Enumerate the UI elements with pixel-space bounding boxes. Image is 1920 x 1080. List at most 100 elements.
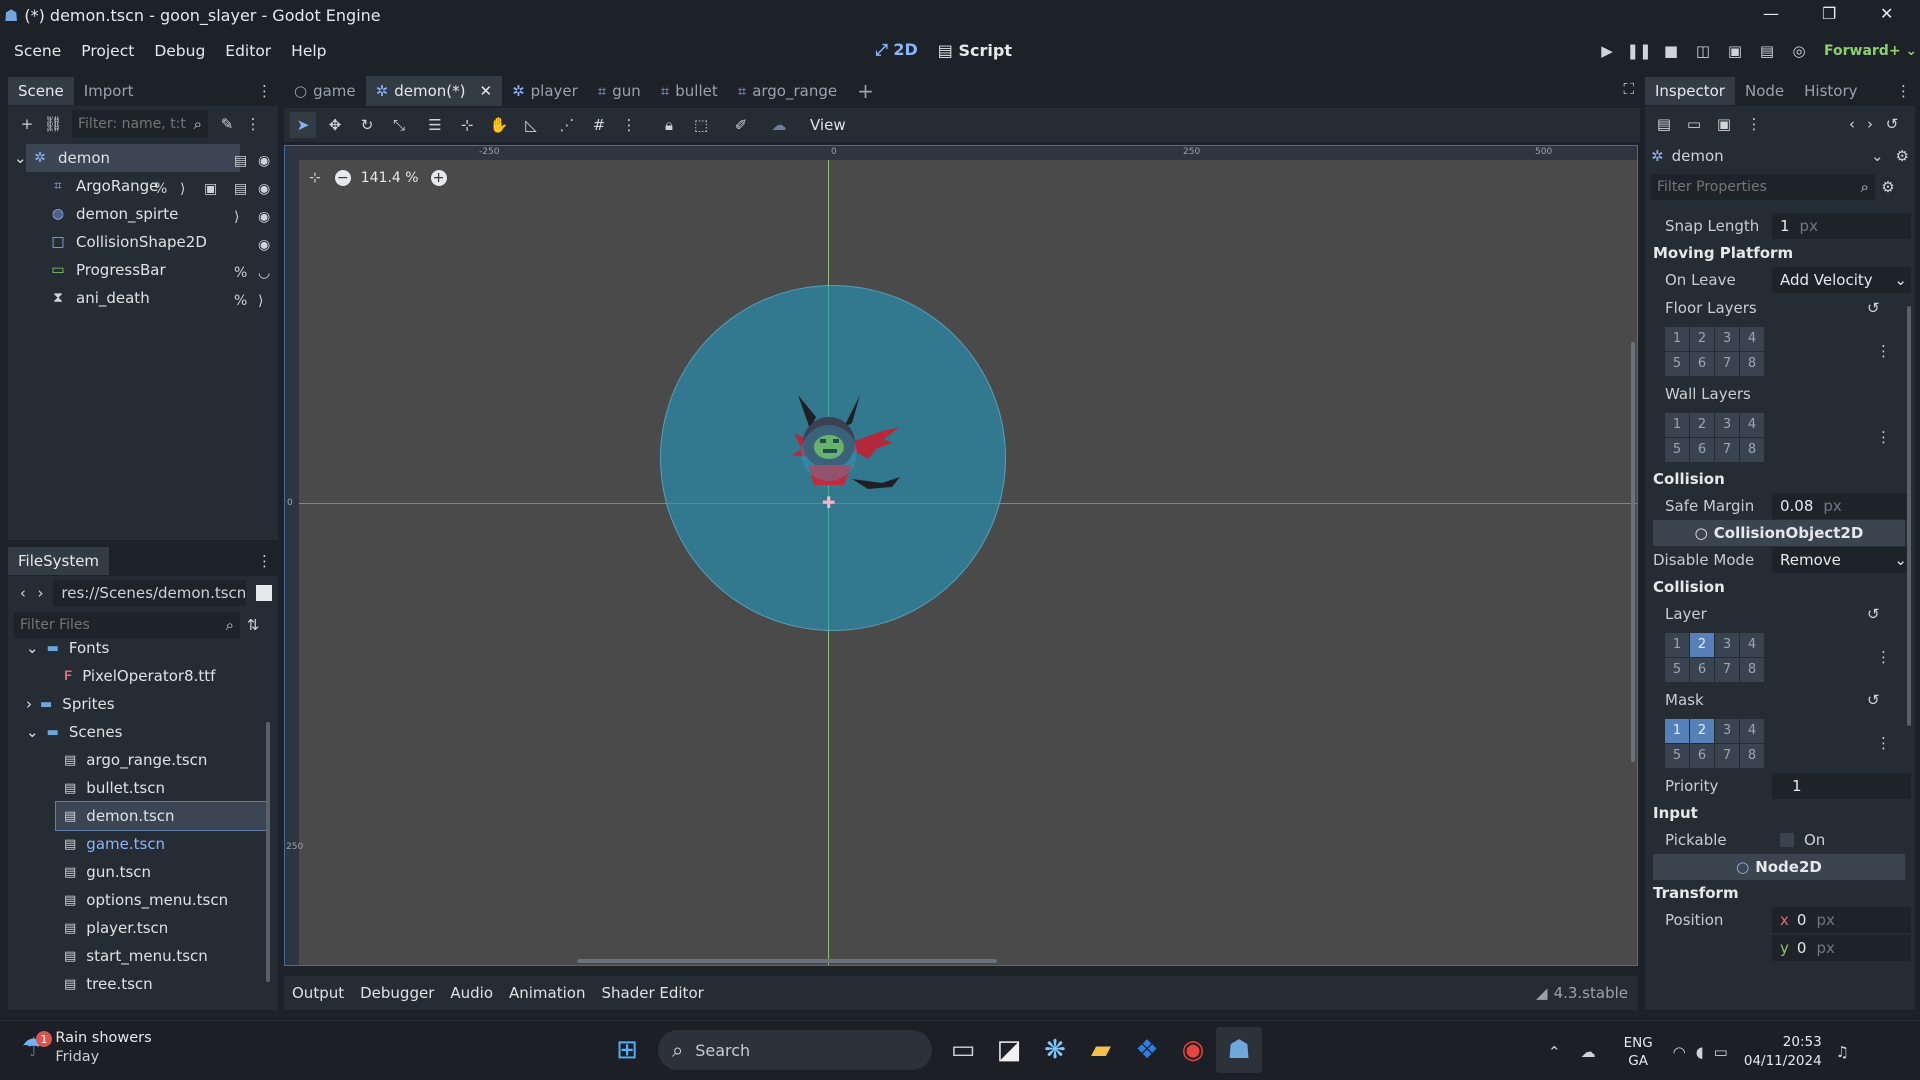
bottom-tab-output[interactable]: Output [292, 984, 344, 1002]
layer-cell[interactable]: 6 [1690, 743, 1714, 768]
snap-options-icon[interactable]: ⋮ [616, 112, 642, 138]
doc-tab-bullet[interactable]: ⌗ bullet [651, 76, 728, 106]
more-icon[interactable]: ⋮ [1876, 648, 1891, 666]
link-icon[interactable]: ⛓ [40, 111, 66, 137]
dock-menu-icon[interactable]: ⋮ [257, 82, 272, 100]
on-leave-select[interactable]: Add Velocity ⌄ [1772, 267, 1911, 293]
cloud-icon[interactable]: ☁ [766, 112, 792, 138]
play-scene-icon[interactable]: ▣ [1722, 38, 1748, 64]
section-collision-2[interactable]: Collision [1647, 574, 1911, 600]
layer-cell[interactable]: 1 [1665, 632, 1689, 657]
section-moving-platform[interactable]: Moving Platform [1647, 240, 1911, 266]
bottom-tab-debugger[interactable]: Debugger [360, 984, 434, 1002]
file-item[interactable]: ▤ options_menu.tscn [18, 886, 278, 914]
dock-menu-icon[interactable]: ⋮ [1896, 82, 1911, 100]
section-transform[interactable]: Transform [1647, 880, 1911, 906]
onedrive-icon[interactable]: ☁ [1581, 1043, 1596, 1061]
node-settings-icon[interactable]: ⚙ [1896, 147, 1909, 165]
bone-icon[interactable]: ✐ [728, 112, 754, 138]
play-icon[interactable]: ▶ [1594, 38, 1620, 64]
file-item[interactable]: ▤ tree.tscn [18, 970, 278, 994]
visibility-eye-icon[interactable]: ◉ [258, 181, 270, 197]
layer-cell[interactable]: 5 [1665, 743, 1689, 768]
disable-mode-select[interactable]: Remove ⌄ [1772, 547, 1911, 573]
file-item[interactable]: ▤ game.tscn [18, 830, 278, 858]
layer-cell[interactable]: 6 [1690, 657, 1714, 682]
chevron-down-icon[interactable]: ⌄ [26, 723, 39, 741]
menu-scene[interactable]: Scene [14, 42, 61, 60]
h-scrollbar[interactable] [577, 959, 997, 963]
distraction-free-icon[interactable]: ⛶ [1623, 80, 1634, 98]
layer-cell[interactable]: 8 [1740, 351, 1764, 376]
layer-cell[interactable]: 5 [1665, 437, 1689, 462]
pan-tool-icon[interactable]: ✋ [486, 112, 512, 138]
more-icon[interactable]: ⋮ [240, 111, 266, 137]
taskbar-search[interactable]: ⌕ Search [658, 1030, 932, 1070]
select-tool-icon[interactable]: ➤ [290, 112, 316, 138]
layer-cell[interactable]: 7 [1715, 351, 1739, 376]
task-view-icon[interactable]: ▭ [940, 1027, 986, 1073]
group-icon[interactable]: ⬚ [688, 112, 714, 138]
section-collision[interactable]: Collision [1647, 466, 1911, 492]
class-header-node2d[interactable]: ○ Node2D [1653, 854, 1905, 880]
sort-icon[interactable]: ⇅ [240, 612, 266, 638]
close-window-button[interactable]: ✕ [1880, 4, 1893, 23]
center-view-icon[interactable]: ⊹ [309, 170, 321, 186]
notification-bell-icon[interactable]: ♫ [1836, 1043, 1849, 1061]
zoom-level[interactable]: 141.4 % [361, 170, 419, 186]
history-back-icon[interactable]: ‹ [1843, 111, 1861, 137]
remote-debug-icon[interactable]: ◫ [1690, 38, 1716, 64]
tab-filesystem[interactable]: FileSystem [8, 547, 110, 575]
stop-icon[interactable]: ■ [1658, 38, 1684, 64]
weather-widget[interactable]: ☂ 1 Rain showers Friday [22, 1029, 152, 1067]
menu-project[interactable]: Project [81, 42, 134, 60]
more-icon[interactable]: ⋮ [1876, 734, 1891, 752]
files-filter-input[interactable] [20, 617, 226, 633]
bottom-tab-shader-editor[interactable]: Shader Editor [601, 984, 703, 1002]
chevron-up-icon[interactable]: ⌃ [1548, 1043, 1561, 1061]
tab-inspector[interactable]: Inspector [1645, 77, 1735, 105]
layer-cell[interactable]: 7 [1715, 657, 1739, 682]
safe-margin-field[interactable]: 0.08 px [1772, 493, 1911, 519]
chevron-down-icon[interactable]: ⌄ [26, 639, 39, 657]
layer-cell[interactable]: 2 [1690, 718, 1714, 743]
layer-cell[interactable]: 4 [1740, 632, 1764, 657]
more-icon[interactable]: ⋮ [1876, 342, 1891, 360]
visibility-eye-icon[interactable]: ◉ [258, 209, 270, 225]
unique-name-icon[interactable]: % [154, 181, 167, 197]
bottom-tab-animation[interactable]: Animation [509, 984, 585, 1002]
instance-icon[interactable]: ▣ [204, 181, 217, 197]
tree-node-demon[interactable]: ⌄ ✲ demon [14, 144, 240, 172]
view-menu[interactable]: View [810, 116, 846, 134]
file-item[interactable]: ▤ start_menu.tscn [18, 942, 278, 970]
visibility-eye-icon[interactable]: ◉ [258, 237, 270, 253]
renderer-select[interactable]: Forward+ ⌄ [1824, 43, 1917, 59]
move-tool-icon[interactable]: ✥ [322, 112, 348, 138]
layer-cell[interactable]: 3 [1715, 718, 1739, 743]
godot-taskbar-icon[interactable]: ☗ [1216, 1027, 1262, 1073]
layer-cell[interactable]: 1 [1665, 412, 1689, 437]
layer-cell[interactable]: 5 [1665, 657, 1689, 682]
position-y-field[interactable]: y 0 px [1772, 935, 1911, 961]
doc-tab-game[interactable]: ○ game [284, 76, 366, 106]
layer-cell[interactable]: 7 [1715, 437, 1739, 462]
script-attached-icon[interactable]: ▤ [234, 181, 247, 197]
layer-cell[interactable]: 4 [1740, 718, 1764, 743]
priority-field[interactable]: 1 [1772, 773, 1911, 799]
file-item[interactable]: › ▬ Sprites [18, 690, 278, 718]
rotate-tool-icon[interactable]: ↻ [354, 112, 380, 138]
layer-cell[interactable]: 3 [1715, 326, 1739, 351]
scene-filter-input[interactable] [78, 116, 194, 132]
tree-node-collisionshape2d[interactable]: □ CollisionShape2D [12, 228, 274, 256]
pickable-checkbox[interactable] [1780, 833, 1794, 847]
script-workspace-button[interactable]: ▤ Script [938, 41, 1012, 60]
more-icon[interactable]: ⋮ [1741, 111, 1767, 137]
ruler-tool-icon[interactable]: ◺ [518, 112, 544, 138]
history-forward-icon[interactable]: › [1861, 111, 1879, 137]
list-select-icon[interactable]: ☰ [422, 112, 448, 138]
forward-icon[interactable]: › [32, 580, 50, 606]
layer-cell[interactable]: 6 [1690, 351, 1714, 376]
zoom-in-button[interactable]: + [430, 170, 447, 186]
2d-workspace-button[interactable]: ⤢ 2D [875, 40, 918, 60]
layer-cell[interactable]: 4 [1740, 326, 1764, 351]
